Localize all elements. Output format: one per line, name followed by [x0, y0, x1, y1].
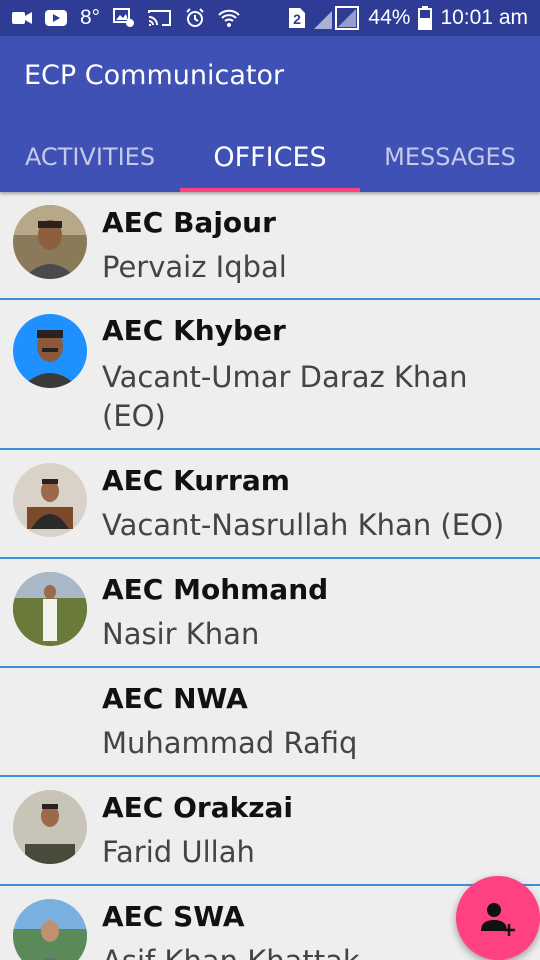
- office-name: AEC Kurram: [102, 464, 290, 497]
- officer-name: Pervaiz Iqbal: [102, 250, 287, 284]
- tab-label: OFFICES: [213, 141, 327, 173]
- add-contact-button[interactable]: [456, 876, 540, 960]
- tab-label: MESSAGES: [384, 143, 516, 171]
- tab-offices[interactable]: OFFICES: [180, 122, 360, 192]
- battery-icon: [418, 6, 433, 30]
- cast-icon: [148, 9, 172, 27]
- office-list[interactable]: AEC Bajour Pervaiz Iqbal AEC Khyber Vaca…: [0, 192, 540, 960]
- office-name: AEC NWA: [102, 682, 248, 715]
- gallery-icon: [113, 8, 135, 28]
- officer-name: Vacant-Umar Daraz Khan (EO): [102, 360, 468, 433]
- list-item[interactable]: AEC Bajour Pervaiz Iqbal: [0, 192, 540, 300]
- tab-bar: ACTIVITIES OFFICES MESSAGES: [0, 122, 540, 192]
- sim-icon: 2: [288, 7, 306, 29]
- signal-icon: [314, 6, 360, 30]
- avatar: [13, 899, 87, 960]
- office-name: AEC Mohmand: [102, 573, 329, 606]
- list-item[interactable]: AEC Kurram Vacant-Nasrullah Khan (EO): [0, 450, 540, 559]
- battery-percent: 44%: [368, 6, 411, 29]
- list-item[interactable]: AEC Orakzai Farid Ullah: [0, 777, 540, 886]
- tab-activities[interactable]: ACTIVITIES: [0, 122, 180, 192]
- officer-name: Farid Ullah: [102, 835, 255, 869]
- officer-name: Vacant-Nasrullah Khan (EO): [102, 508, 505, 542]
- avatar: [13, 205, 87, 279]
- office-name: AEC Khyber: [102, 314, 286, 347]
- alarm-icon: [185, 8, 205, 28]
- tab-messages[interactable]: MESSAGES: [360, 122, 540, 192]
- status-bar-right: 2 44% 10:01 am: [288, 0, 528, 36]
- video-icon: [12, 11, 32, 25]
- list-item[interactable]: AEC Mohmand Nasir Khan: [0, 559, 540, 668]
- status-bar-left: 8°: [12, 0, 240, 36]
- list-item[interactable]: AEC Khyber Vacant-Umar Daraz Khan (EO): [0, 300, 540, 450]
- avatar: [13, 572, 87, 646]
- officer-name: Nasir Khan: [102, 617, 260, 651]
- officer-name: Muhammad Rafiq: [102, 726, 358, 760]
- tab-label: ACTIVITIES: [24, 143, 156, 171]
- app-bar: ECP Communicator: [0, 36, 540, 122]
- temperature-text: 8°: [80, 6, 101, 29]
- office-name: AEC Bajour: [102, 206, 276, 239]
- youtube-icon: [45, 10, 67, 26]
- office-name: AEC SWA: [102, 900, 245, 933]
- wifi-icon: [218, 8, 240, 28]
- avatar: [13, 790, 87, 864]
- add-person-icon: [478, 898, 518, 938]
- avatar: [13, 463, 87, 537]
- status-bar: 8° 2 44% 10:01 am: [0, 0, 540, 36]
- app-title: ECP Communicator: [24, 60, 285, 91]
- list-item[interactable]: AEC NWA Muhammad Rafiq: [0, 668, 540, 777]
- clock: 10:01 am: [440, 6, 528, 29]
- office-name: AEC Orakzai: [102, 791, 294, 824]
- avatar: [13, 314, 87, 388]
- sim-label: 2: [294, 11, 302, 27]
